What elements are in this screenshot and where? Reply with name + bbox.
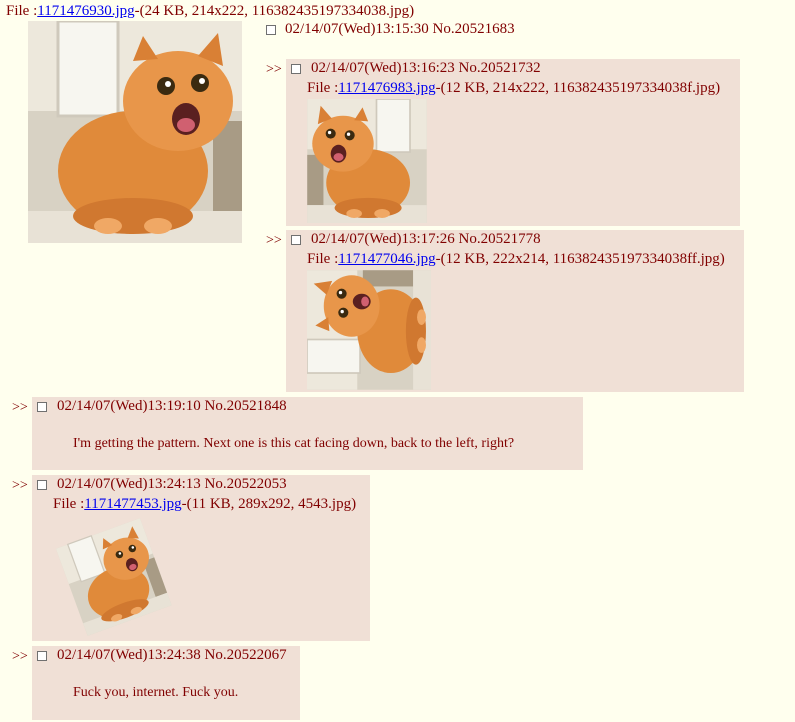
reply-arrow: >> bbox=[12, 400, 28, 415]
op-checkbox[interactable] bbox=[266, 25, 276, 35]
reply-filename-link[interactable]: 1171477046.jpg bbox=[338, 251, 435, 267]
reply-file-line: File :1171477046.jpg-(12 KB, 222x214, 11… bbox=[307, 251, 725, 268]
orange-cat-icon bbox=[307, 270, 431, 390]
reply-file-line: File :1171476983.jpg-(12 KB, 214x222, 11… bbox=[307, 80, 720, 97]
reply-message: I'm getting the pattern. Next one is thi… bbox=[73, 436, 515, 451]
orange-cat-icon bbox=[307, 99, 427, 223]
op-filename-link[interactable]: 1171476930.jpg bbox=[37, 3, 134, 19]
reply-checkbox[interactable] bbox=[37, 651, 47, 661]
reply-header: 02/14/07(Wed)13:24:38 No.20522067 bbox=[57, 647, 287, 663]
reply-header: 02/14/07(Wed)13:17:26 No.20521778 bbox=[311, 231, 541, 247]
reply-header: 02/14/07(Wed)13:16:23 No.20521732 bbox=[311, 60, 541, 76]
reply-thumbnail[interactable] bbox=[307, 99, 427, 223]
reply-file-prefix: File : bbox=[53, 496, 85, 512]
reply-file-line: File :1171477453.jpg-(11 KB, 289x292, 45… bbox=[53, 496, 356, 513]
reply-file-info: -(12 KB, 214x222, 116382435197334038f.jp… bbox=[435, 80, 721, 96]
reply-file-info: -(11 KB, 289x292, 4543.jpg) bbox=[181, 496, 357, 512]
reply-file-info: -(12 KB, 222x214, 116382435197334038ff.j… bbox=[435, 251, 725, 267]
reply-arrow: >> bbox=[266, 62, 282, 77]
op-file-line: File :1171476930.jpg-(24 KB, 214x222, 11… bbox=[6, 3, 414, 20]
reply-thumbnail[interactable] bbox=[53, 516, 175, 638]
reply-filename-link[interactable]: 1171477453.jpg bbox=[84, 496, 181, 512]
reply-arrow: >> bbox=[12, 478, 28, 493]
reply-arrow: >> bbox=[12, 649, 28, 664]
op-file-prefix: File : bbox=[6, 3, 38, 19]
reply-header: 02/14/07(Wed)13:24:13 No.20522053 bbox=[57, 476, 287, 492]
reply-thumbnail[interactable] bbox=[307, 270, 431, 390]
op-header: 02/14/07(Wed)13:15:30 No.20521683 bbox=[285, 21, 515, 37]
reply-filename-link[interactable]: 1171476983.jpg bbox=[338, 80, 435, 96]
reply-checkbox[interactable] bbox=[291, 64, 301, 74]
reply-checkbox[interactable] bbox=[37, 480, 47, 490]
reply-message: Fuck you, internet. Fuck you. bbox=[73, 685, 239, 700]
reply-arrow: >> bbox=[266, 233, 282, 248]
reply-file-prefix: File : bbox=[307, 251, 339, 267]
orange-cat-icon bbox=[53, 516, 175, 638]
op-file-info: -(24 KB, 214x222, 116382435197334038.jpg… bbox=[134, 3, 415, 19]
op-thumbnail[interactable] bbox=[28, 21, 242, 243]
reply-checkbox[interactable] bbox=[37, 402, 47, 412]
reply-header: 02/14/07(Wed)13:19:10 No.20521848 bbox=[57, 398, 287, 414]
orange-cat-icon bbox=[28, 21, 242, 243]
reply-file-prefix: File : bbox=[307, 80, 339, 96]
reply-checkbox[interactable] bbox=[291, 235, 301, 245]
